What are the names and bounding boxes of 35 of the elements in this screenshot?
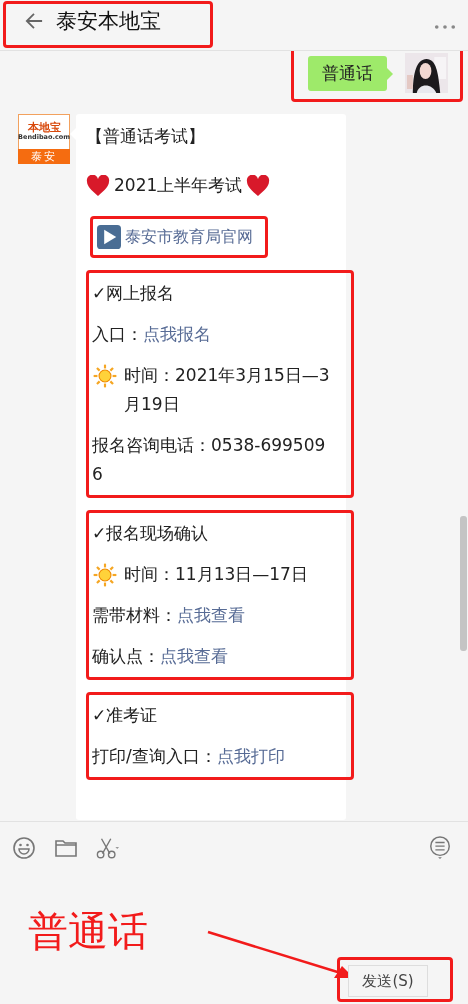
website-link[interactable]: 泰安市教育局官网 [125, 226, 253, 248]
time-text: 时间：2021年3月15日—3月19日 [124, 364, 331, 416]
field-label: 打印/查询入口： [92, 746, 217, 766]
play-icon [97, 225, 121, 249]
section-title: ✓准考证 [92, 704, 159, 727]
field-label: 需带材料： [92, 605, 177, 625]
heart-icon [246, 174, 271, 197]
scrollbar-thumb[interactable] [460, 516, 467, 651]
sun-icon [92, 562, 118, 588]
message-text: 2021上半年考试 [114, 174, 243, 197]
text-link[interactable]: 点我打印 [216, 746, 285, 766]
message-heading: 【普通话考试】 [86, 125, 206, 148]
heart-icon [86, 174, 110, 197]
back-arrow-icon[interactable] [24, 11, 44, 30]
field-label: 入口： [92, 324, 143, 344]
sent-message-bubble: 普通话 [308, 55, 387, 91]
chat-history-icon[interactable] [428, 836, 452, 860]
section-title: ✓网上报名 [92, 282, 176, 305]
bubble-tail [387, 67, 393, 80]
text-link[interactable]: 点我查看 [177, 605, 245, 625]
more-icon[interactable] [434, 24, 456, 30]
emoji-icon[interactable] [12, 836, 36, 860]
section-title: ✓报名现场确认 [92, 522, 210, 545]
text-link[interactable]: 点我查看 [160, 646, 228, 666]
sun-icon [92, 363, 118, 389]
annotation-text: 普通话 [28, 907, 148, 955]
logo-city-text: 泰安 [18, 149, 70, 164]
send-button[interactable]: 发送(S) [348, 965, 428, 997]
logo-text: 本地宝 [27, 122, 61, 135]
time-text: 时间：11月13日—17日 [124, 563, 309, 586]
chat-title: 泰安本地宝 [56, 7, 161, 35]
field-label: 确认点： [92, 646, 160, 666]
text-link[interactable]: 点我报名 [143, 324, 211, 344]
message-text: 报名咨询电话：0538-6995096 [92, 434, 327, 486]
scissors-icon[interactable] [96, 836, 120, 860]
